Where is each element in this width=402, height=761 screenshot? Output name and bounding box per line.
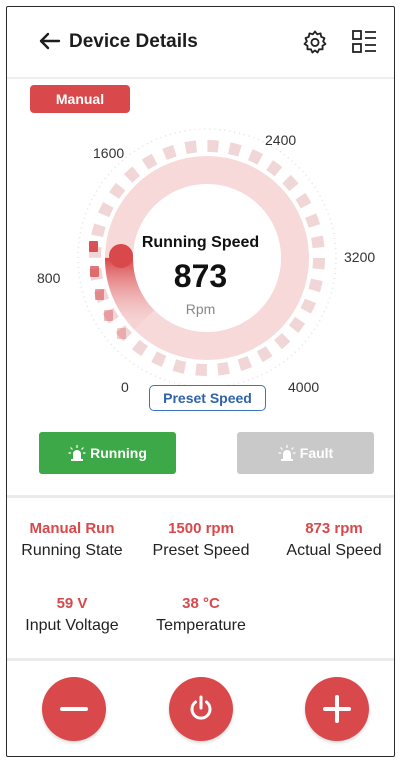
- power-icon: [190, 695, 212, 720]
- info-label: Actual Speed: [286, 542, 382, 559]
- plus-icon: [323, 695, 351, 723]
- device-info-grid: Manual Run Running State 1500 rpm Preset…: [7, 507, 394, 657]
- alarm-light-icon: [68, 445, 86, 461]
- power-button[interactable]: [169, 677, 233, 741]
- info-value: 1500 rpm: [168, 520, 234, 537]
- fault-status-button[interactable]: Fault: [237, 432, 374, 474]
- scale-label-4000: 4000: [288, 379, 320, 395]
- divider: [7, 658, 394, 661]
- back-arrow-icon[interactable]: [37, 31, 61, 51]
- info-value: 59 V: [56, 595, 88, 612]
- divider: [7, 495, 394, 498]
- increase-speed-button[interactable]: [305, 677, 369, 741]
- info-label: Temperature: [156, 617, 246, 634]
- fault-label: Fault: [299, 445, 334, 461]
- top-app-bar: Device Details: [7, 7, 394, 79]
- alarm-light-icon: [278, 445, 296, 461]
- info-value: Manual Run: [29, 520, 115, 537]
- info-running-state: Manual Run Running State: [7, 520, 137, 560]
- page-title: Device Details: [69, 31, 198, 52]
- running-status-button[interactable]: Running: [39, 432, 176, 474]
- info-label: Input Voltage: [25, 617, 119, 634]
- running-label: Running: [90, 445, 147, 461]
- gauge-label: Running Speed: [141, 234, 260, 251]
- device-details-screen: Device Details Manual 0 800 1600 2400 32…: [6, 6, 395, 757]
- mode-badge[interactable]: Manual: [30, 85, 130, 113]
- info-actual-speed: 873 rpm Actual Speed: [269, 520, 394, 560]
- scale-label-1600: 1600: [93, 145, 125, 161]
- list-view-icon[interactable]: [350, 28, 378, 56]
- scale-label-2400: 2400: [265, 132, 297, 148]
- info-label: Preset Speed: [152, 542, 250, 559]
- minus-icon: [60, 707, 88, 711]
- info-label: Running State: [21, 542, 123, 559]
- info-temperature: 38 °C Temperature: [136, 595, 266, 635]
- gauge-value: 873: [173, 258, 228, 294]
- info-input-voltage: 59 V Input Voltage: [7, 595, 137, 635]
- info-value: 873 rpm: [305, 520, 363, 537]
- scale-label-0: 0: [121, 379, 129, 395]
- preset-speed-button[interactable]: Preset Speed: [149, 385, 266, 411]
- info-preset-speed: 1500 rpm Preset Speed: [136, 520, 266, 560]
- decrease-speed-button[interactable]: [42, 677, 106, 741]
- gauge-unit: Rpm: [185, 301, 216, 317]
- settings-gear-icon[interactable]: [302, 29, 328, 55]
- info-value: 38 °C: [182, 595, 220, 612]
